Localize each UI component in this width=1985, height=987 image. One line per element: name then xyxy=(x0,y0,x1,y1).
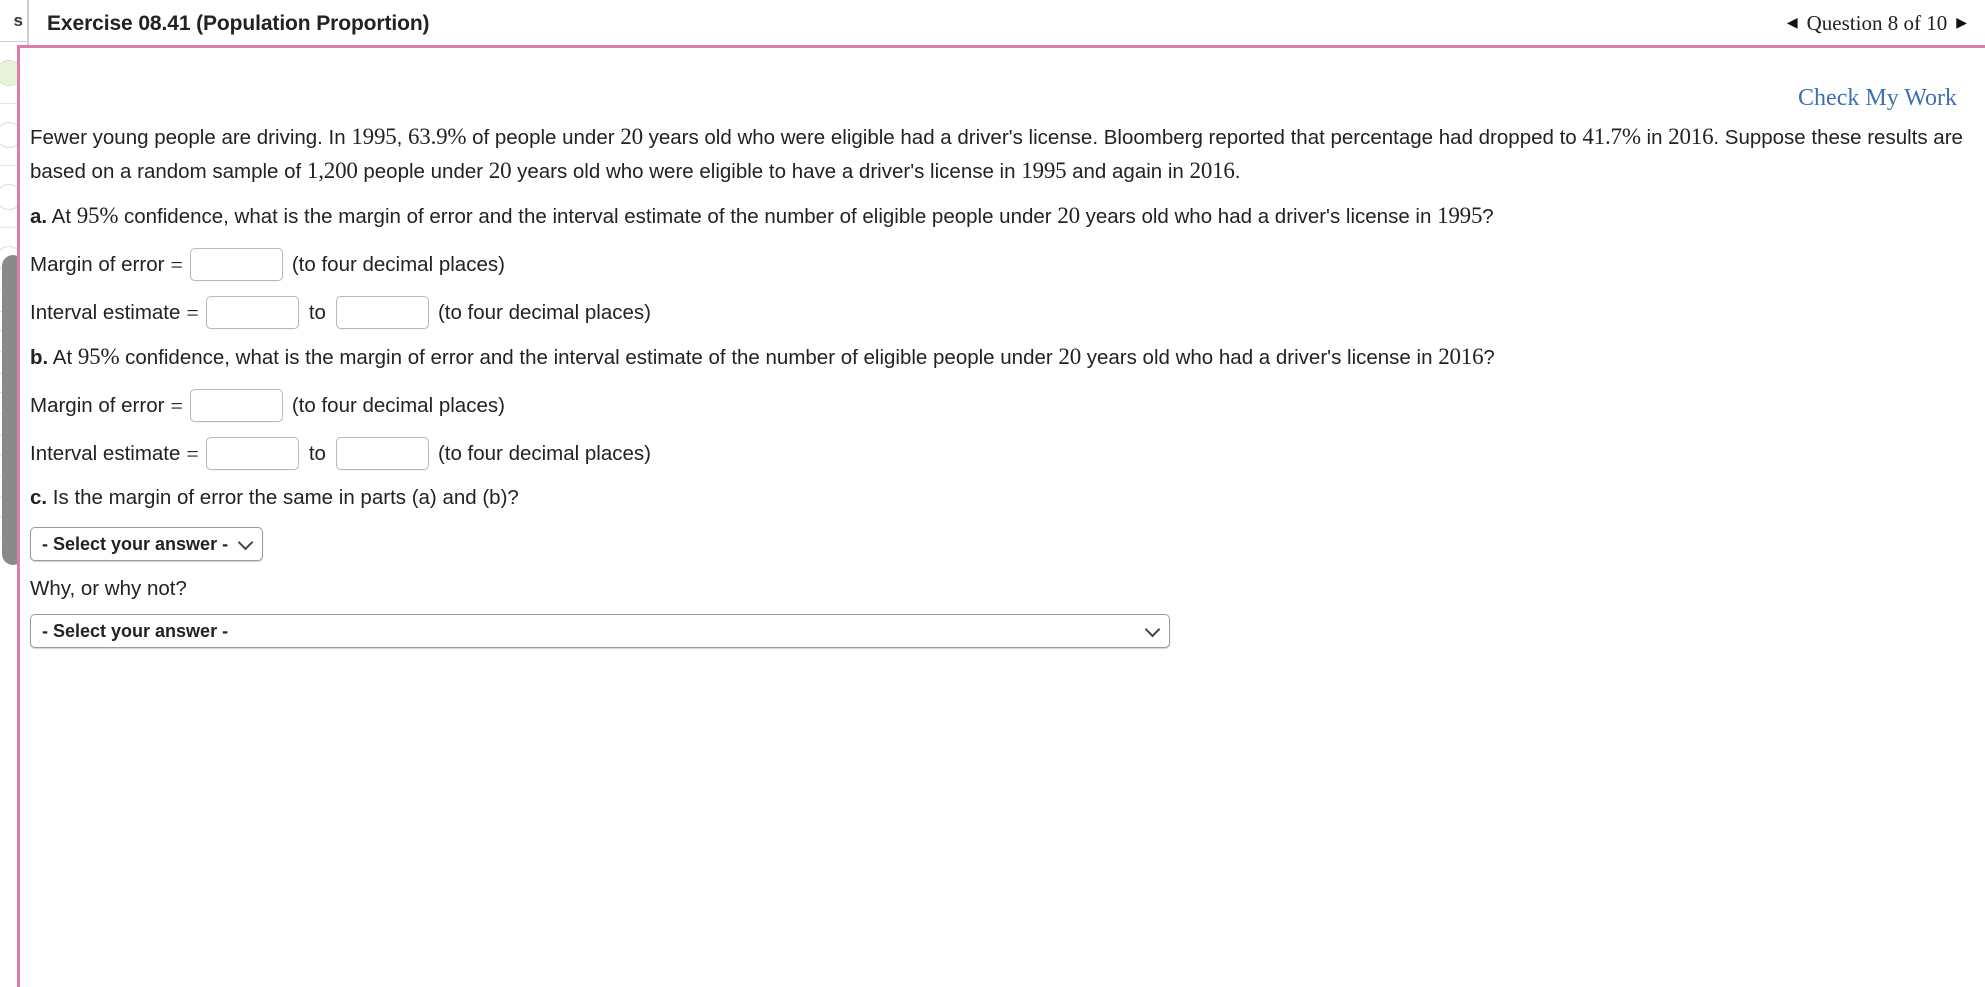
part-a-prompt: a. At 95% confidence, what is the margin… xyxy=(30,199,1971,233)
interval-estimate-label: Interval estimate xyxy=(30,300,181,324)
part-b-interval-low-input[interactable] xyxy=(205,437,299,470)
part-c-marker: c. xyxy=(30,486,48,509)
exercise-page: s Exercise 08.41 (Population Proportion)… xyxy=(0,0,1985,987)
exercise-header: Exercise 08.41 (Population Proportion) ◀… xyxy=(28,0,1985,47)
stem-text: . xyxy=(1234,160,1241,183)
decimal-places-hint: (to four decimal places) xyxy=(437,300,651,324)
next-question-arrow-icon[interactable]: ▶ xyxy=(1956,16,1967,31)
part-a-interval-row: Interval estimate = to (to four decimal … xyxy=(29,296,1971,329)
to-label: to xyxy=(308,300,326,324)
question-stem: Fewer young people are driving. In 1995,… xyxy=(29,120,1971,188)
part-b-text: confidence, what is the margin of error … xyxy=(119,346,1059,369)
part-b-text: ? xyxy=(1483,346,1495,369)
check-my-work-link[interactable]: Check My Work xyxy=(1798,85,1957,112)
why-label: Why, or why not? xyxy=(30,577,187,600)
part-b-math: 20 xyxy=(1058,344,1082,369)
question-frame: Check My Work Fewer young people are dri… xyxy=(17,45,1985,987)
part-a-margin-row: Margin of error = (to four decimal place… xyxy=(29,248,1971,281)
part-c-text: Is the margin of error the same in parts… xyxy=(47,486,519,509)
question-counter: Question 8 of 10 xyxy=(1806,11,1948,35)
stem-text: Fewer young people are driving. In xyxy=(30,126,352,149)
part-a-text: confidence, what is the margin of error … xyxy=(118,205,1058,228)
part-c-answer-select[interactable]: - Select your answer - xyxy=(30,527,264,561)
part-c-prompt: c. Is the margin of error the same in pa… xyxy=(30,481,1971,514)
part-c-select-wrap: - Select your answer - xyxy=(29,527,1971,561)
chevron-down-icon xyxy=(237,534,254,551)
stem-text: years old who were eligible had a driver… xyxy=(642,126,1583,149)
part-c-selected-value: - Select your answer - xyxy=(42,533,229,554)
part-b-marker: b. xyxy=(30,346,49,369)
part-b-math: 95% xyxy=(77,344,120,369)
decimal-places-hint: (to four decimal places) xyxy=(291,393,505,417)
part-b-prompt: b. At 95% confidence, what is the margin… xyxy=(30,340,1971,374)
margin-of-error-label: Margin of error xyxy=(30,252,165,276)
stem-math: 41.7% xyxy=(1582,124,1641,149)
check-my-work-row: Check My Work xyxy=(29,64,1971,120)
equals-sign: = xyxy=(186,440,199,466)
why-selected-value: - Select your answer - xyxy=(42,620,229,641)
part-a-text: At xyxy=(47,205,77,228)
stem-math: 2016 xyxy=(1189,158,1235,183)
part-a-interval-high-input[interactable] xyxy=(335,296,429,329)
stem-math: 1995 xyxy=(351,124,397,149)
interval-estimate-label: Interval estimate xyxy=(30,441,181,465)
stem-math: 1995 xyxy=(1021,158,1067,183)
part-b-margin-row: Margin of error = (to four decimal place… xyxy=(29,389,1971,422)
why-select-wrap: - Select your answer - xyxy=(29,614,1971,648)
part-a-text: years old who had a driver's license in xyxy=(1079,205,1438,228)
part-a-math: 20 xyxy=(1057,203,1080,228)
previous-question-arrow-icon[interactable]: ◀ xyxy=(1787,16,1798,31)
question-body: Fewer young people are driving. In 1995,… xyxy=(29,120,1971,648)
part-b-interval-high-input[interactable] xyxy=(335,437,429,470)
part-a-math: 95% xyxy=(76,203,119,228)
part-a-margin-of-error-input[interactable] xyxy=(189,248,283,281)
part-b-margin-of-error-input[interactable] xyxy=(189,389,283,422)
stem-text: people under xyxy=(357,160,489,183)
chevron-down-icon xyxy=(1144,621,1161,638)
question-navigation: ◀ Question 8 of 10 ▶ xyxy=(1787,11,1967,36)
stem-text: of people under xyxy=(466,126,621,149)
stem-math: 1,200 xyxy=(306,158,358,183)
stem-math: 20 xyxy=(620,124,643,149)
question-content: Check My Work Fewer young people are dri… xyxy=(20,48,1985,987)
part-b-interval-row: Interval estimate = to (to four decimal … xyxy=(29,437,1971,470)
rail-header: s xyxy=(0,0,27,42)
part-b-text: At xyxy=(48,346,78,369)
stem-text: in xyxy=(1640,126,1669,149)
stem-math: 20 xyxy=(488,158,512,183)
why-answer-select[interactable]: - Select your answer - xyxy=(30,614,1170,648)
stem-math: 2016 xyxy=(1668,124,1714,149)
stem-text: years old who were eligible to have a dr… xyxy=(511,160,1022,183)
to-label: to xyxy=(308,441,326,465)
decimal-places-hint: (to four decimal places) xyxy=(437,441,651,465)
rail-partial-label: s xyxy=(13,11,23,30)
equals-sign: = xyxy=(170,251,183,277)
part-a-interval-low-input[interactable] xyxy=(205,296,299,329)
stem-math: 63.9% xyxy=(407,124,467,149)
page-title: Exercise 08.41 (Population Proportion) xyxy=(47,11,430,35)
part-b-math: 2016 xyxy=(1438,344,1484,369)
stem-text: , xyxy=(396,126,408,149)
equals-sign: = xyxy=(170,392,183,418)
part-a-math: 1995 xyxy=(1437,203,1483,228)
part-a-marker: a. xyxy=(30,205,48,228)
margin-of-error-label: Margin of error xyxy=(30,393,165,417)
part-b-text: years old who had a driver's license in xyxy=(1081,346,1439,369)
stem-text: and again in xyxy=(1066,160,1190,183)
decimal-places-hint: (to four decimal places) xyxy=(291,252,505,276)
part-a-text: ? xyxy=(1482,205,1494,228)
equals-sign: = xyxy=(186,299,199,325)
